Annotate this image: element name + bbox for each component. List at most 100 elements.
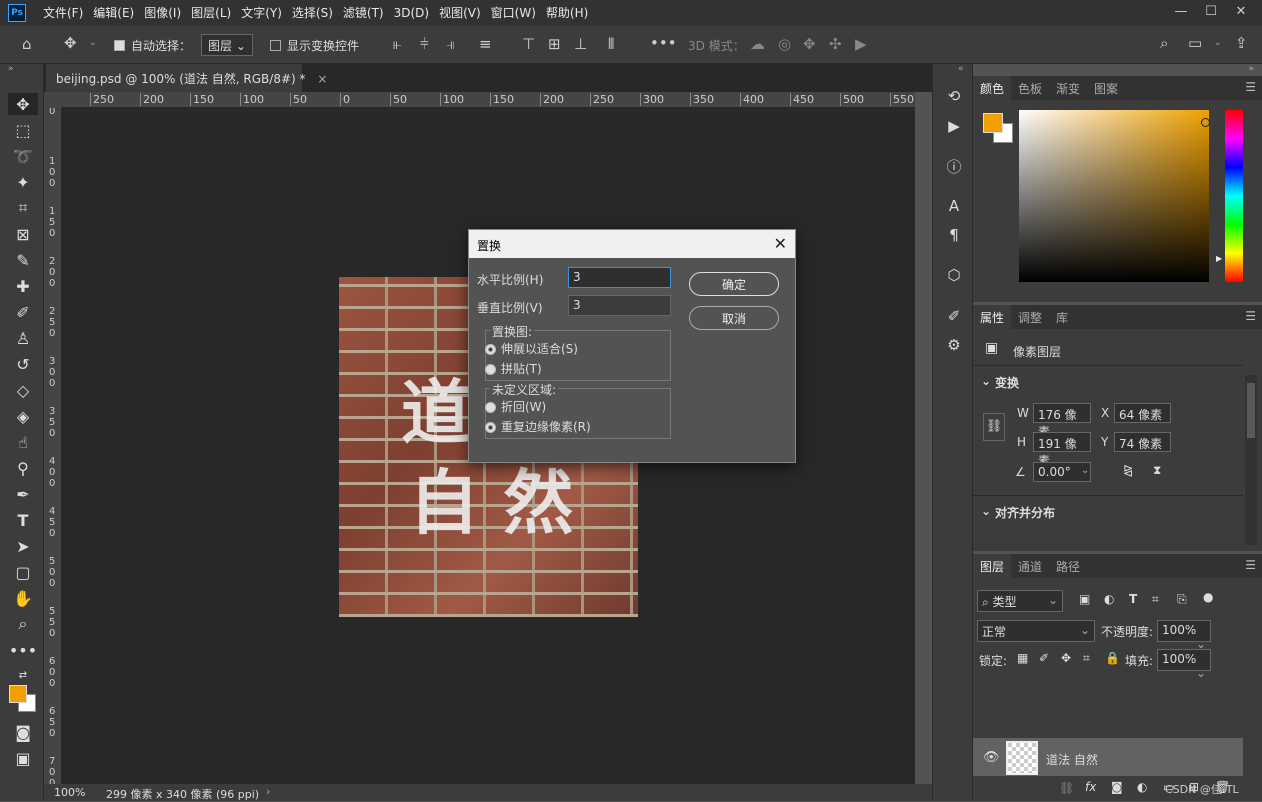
layer-row-selected[interactable]: 👁 道法 自然	[973, 738, 1243, 780]
move-tool-icon[interactable]: ✥	[64, 34, 77, 52]
actions-panel-icon[interactable]: ▶	[943, 115, 965, 137]
cancel-button[interactable]: 取消	[689, 306, 779, 330]
panel-menu-icon[interactable]: ☰	[1245, 80, 1256, 94]
panel-menu-icon[interactable]: ☰	[1245, 309, 1256, 323]
height-field[interactable]: 191 像素	[1033, 432, 1091, 468]
x-field[interactable]: 64 像素	[1114, 403, 1171, 423]
scrollbar-thumb[interactable]	[1247, 383, 1255, 438]
color-field[interactable]	[1019, 110, 1209, 282]
menu-type[interactable]: 文字(Y)	[236, 0, 287, 26]
marquee-tool-icon[interactable]: ⬚	[8, 119, 38, 141]
menu-select[interactable]: 选择(S)	[287, 0, 338, 26]
lock-transparent-icon[interactable]: ▦	[1017, 651, 1028, 665]
align-bottom-icon[interactable]: ⊥	[574, 35, 587, 53]
more-tools-icon[interactable]: •••	[8, 639, 38, 661]
3d-panel-icon[interactable]: ⬡	[943, 264, 965, 286]
brush-settings-icon[interactable]: ✐	[943, 305, 965, 327]
color-picker-cursor[interactable]	[1201, 118, 1210, 127]
menu-3d[interactable]: 3D(D)	[389, 0, 434, 26]
lock-position-icon[interactable]: ✥	[1061, 651, 1071, 665]
close-tab-icon[interactable]: ×	[317, 72, 327, 86]
tab-properties[interactable]: 属性	[973, 305, 1012, 329]
lasso-tool-icon[interactable]: ➰	[8, 145, 38, 167]
blend-mode-dropdown[interactable]: 正常 ⌄	[977, 620, 1095, 642]
move-tool-icon[interactable]: ✥	[8, 93, 38, 115]
filter-pixel-icon[interactable]: ▣	[1079, 592, 1090, 606]
3d-orbit-icon[interactable]: ☁	[750, 35, 765, 53]
frame-tool-icon[interactable]: ⊠	[8, 223, 38, 245]
eraser-tool-icon[interactable]: ◇	[8, 379, 38, 401]
close-icon[interactable]: ✕	[774, 234, 787, 253]
opacity-field[interactable]: 100% ⌄	[1157, 620, 1211, 651]
3d-pan-icon[interactable]: ✥	[803, 35, 816, 53]
maximize-button[interactable]: ☐	[1196, 0, 1226, 22]
pen-tool-icon[interactable]: ✒	[8, 483, 38, 505]
smudge-tool-icon[interactable]: ☝	[8, 431, 38, 453]
3d-camera-icon[interactable]: ▶	[855, 35, 867, 53]
menu-window[interactable]: 窗口(W)	[486, 0, 541, 26]
search-icon[interactable]: ⌕	[1160, 34, 1168, 52]
shape-tool-icon[interactable]: ▢	[8, 561, 38, 583]
tab-channels[interactable]: 通道	[1011, 554, 1049, 578]
align-left-icon[interactable]: ⫦	[393, 35, 401, 53]
tab-patterns[interactable]: 图案	[1087, 76, 1125, 100]
menu-image[interactable]: 图像(I)	[139, 0, 186, 26]
filter-smart-object-icon[interactable]: ⎘	[1177, 592, 1187, 607]
history-brush-icon[interactable]: ↺	[8, 353, 38, 375]
link-icon[interactable]: ⛓	[983, 413, 1005, 441]
chevron-down-icon[interactable]: ⌄	[1214, 38, 1222, 48]
align-section-title[interactable]: 对齐并分布	[995, 504, 1055, 521]
workspace-icon[interactable]: ▭	[1188, 34, 1202, 52]
lock-all-icon[interactable]: 🔒	[1105, 651, 1120, 665]
filter-toggle-icon[interactable]: ●	[1203, 590, 1213, 604]
menu-layer[interactable]: 图层(L)	[186, 0, 236, 26]
collapse-icon[interactable]: »	[8, 64, 14, 74]
auto-select-checkbox[interactable]	[114, 38, 125, 52]
tile-radio[interactable]: 拼贴(T)	[485, 360, 542, 377]
character-panel-icon[interactable]: A	[943, 195, 965, 217]
tab-adjustments[interactable]: 调整	[1011, 305, 1049, 329]
menu-view[interactable]: 视图(V)	[434, 0, 486, 26]
home-icon[interactable]: ⌂	[22, 35, 32, 53]
tab-libraries[interactable]: 库	[1049, 305, 1075, 329]
hue-slider-handle-icon[interactable]: ▶	[1216, 254, 1222, 263]
transform-section-title[interactable]: 变换	[995, 374, 1019, 391]
ok-button[interactable]: 确定	[689, 272, 779, 296]
align-right-icon[interactable]: ⫣	[446, 35, 455, 53]
flip-vertical-icon[interactable]: ⧗	[1153, 463, 1161, 478]
adjustment-layer-icon[interactable]: ◐	[1137, 780, 1147, 794]
chevron-down-icon[interactable]: ⌄	[89, 38, 97, 48]
auto-select-dropdown[interactable]: 图层 ⌄	[201, 34, 253, 56]
align-top-icon[interactable]: ⊤	[522, 35, 535, 53]
filter-shape-icon[interactable]: ⌗	[1152, 592, 1159, 607]
filter-adjustment-icon[interactable]: ◐	[1104, 592, 1114, 606]
layer-filter-dropdown[interactable]: ⌕ 类型 ⌄	[977, 590, 1063, 612]
share-icon[interactable]: ⇪	[1235, 34, 1248, 52]
history-panel-icon[interactable]: ⟲	[943, 85, 965, 107]
swap-colors-icon[interactable]: ⇄	[8, 664, 38, 686]
h-scale-input[interactable]: 3	[568, 267, 671, 288]
collapse-icon[interactable]: «	[958, 64, 964, 74]
filter-type-icon[interactable]: T	[1129, 592, 1137, 606]
menu-filter[interactable]: 滤镜(T)	[338, 0, 389, 26]
hand-tool-icon[interactable]: ✋	[8, 587, 38, 609]
align-hcenter-icon[interactable]: ⫩	[420, 35, 429, 53]
visibility-eye-icon[interactable]: 👁	[983, 750, 1000, 765]
distribute-icon[interactable]: ≡	[479, 35, 492, 53]
chevron-down-icon[interactable]: ⌄	[1081, 465, 1089, 476]
hue-slider[interactable]	[1225, 110, 1243, 282]
healing-brush-icon[interactable]: ✚	[8, 275, 38, 297]
screen-mode-icon[interactable]: ▣	[8, 747, 38, 769]
stretch-to-fit-radio[interactable]: 伸展以适合(S)	[485, 340, 578, 357]
close-window-button[interactable]: ✕	[1226, 0, 1256, 22]
add-mask-icon[interactable]: ◙	[1111, 780, 1123, 794]
path-select-icon[interactable]: ➤	[8, 535, 38, 557]
link-layers-icon[interactable]: ⛓	[1059, 781, 1074, 795]
chevron-down-icon[interactable]: ⌄	[981, 504, 991, 518]
info-panel-icon[interactable]: ⓘ	[943, 155, 965, 177]
chevron-right-icon[interactable]: ›	[266, 785, 270, 798]
3d-roll-icon[interactable]: ◎	[778, 35, 791, 53]
layer-name[interactable]: 道法 自然	[1046, 751, 1098, 768]
tab-swatches[interactable]: 色板	[1011, 76, 1049, 100]
tab-paths[interactable]: 路径	[1049, 554, 1087, 578]
